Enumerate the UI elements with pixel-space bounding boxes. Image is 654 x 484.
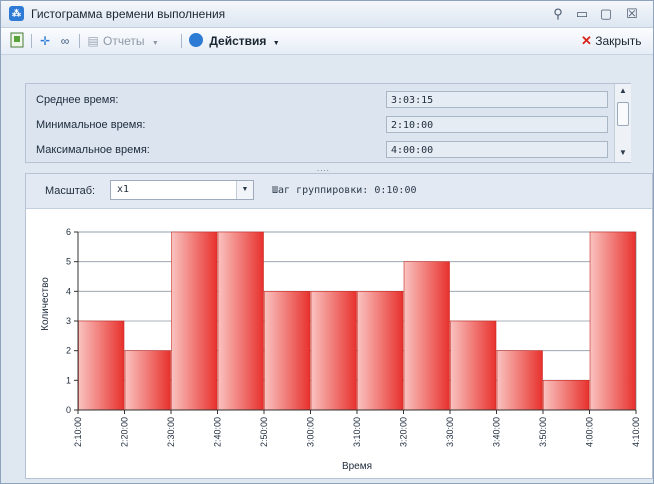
close-icon: ✕ <box>581 33 592 48</box>
printer-icon: ▤ <box>87 34 99 48</box>
y-tick-label: 0 <box>66 405 71 415</box>
chevron-down-icon: ▼ <box>151 40 159 47</box>
title-bar: ⁂ Гистограмма времени выполнения ⚲ ▭ ▢ ☒ <box>1 1 653 28</box>
y-axis-label: Количество <box>40 277 51 331</box>
stats-panel: Среднее время: 3:03:15 Минимальное время… <box>25 83 631 163</box>
x-tick-label: 2:40:00 <box>213 417 223 447</box>
max-time-label: Максимальное время: <box>36 144 150 156</box>
x-tick-label: 3:30:00 <box>445 417 455 447</box>
chevron-down-icon: ▼ <box>272 40 280 47</box>
histogram-bar <box>264 291 311 411</box>
histogram-bar <box>78 320 125 411</box>
chart-toolbar: Масштаб: x1 ▼ Шаг группировки: 0:10:00 <box>26 174 652 209</box>
window-title: Гистограмма времени выполнения <box>31 7 226 21</box>
chart-area: Масштаб: x1 ▼ Шаг группировки: 0:10:00 0… <box>25 173 653 479</box>
histogram-bar <box>310 291 357 411</box>
histogram-bar <box>589 231 636 411</box>
x-tick-label: 2:30:00 <box>166 417 176 447</box>
histogram-bar <box>403 261 450 411</box>
x-tick-label: 4:10:00 <box>631 417 641 447</box>
histogram-bar <box>543 380 590 411</box>
pin-icon[interactable]: ⚲ <box>549 5 567 23</box>
minimize-button[interactable]: ▭ <box>573 5 591 23</box>
x-tick-label: 3:50:00 <box>538 417 548 447</box>
y-tick-label: 5 <box>66 257 71 267</box>
avg-time-label: Среднее время: <box>36 94 119 106</box>
actions-label: Действия <box>209 34 267 48</box>
y-tick-label: 4 <box>66 286 71 296</box>
toolbar-separator <box>79 34 80 48</box>
scale-label: Масштаб: <box>45 185 96 197</box>
splitter-grip[interactable]: .... <box>317 164 330 173</box>
histogram-bar <box>450 320 497 411</box>
export-icon[interactable] <box>9 32 25 50</box>
avg-time-value: 3:03:15 <box>386 91 608 108</box>
toolbar-separator <box>181 34 182 48</box>
min-time-label: Минимальное время: <box>36 119 146 131</box>
y-tick-label: 6 <box>66 227 71 237</box>
scale-select[interactable]: x1 ▼ <box>110 180 254 200</box>
min-time-value: 2:10:00 <box>386 116 608 133</box>
reports-menu[interactable]: Отчеты ▼ <box>103 32 159 50</box>
histogram-bar <box>124 350 171 411</box>
scroll-down-icon[interactable]: ▼ <box>615 148 631 157</box>
toolbar: ✛ ∞ ▤ Отчеты ▼ Действия ▼ ✕ Закрыть <box>1 28 653 55</box>
link-icon[interactable]: ∞ <box>57 32 73 50</box>
x-tick-label: 4:00:00 <box>585 417 595 447</box>
x-tick-label: 2:50:00 <box>259 417 269 447</box>
reports-label: Отчеты <box>103 34 145 48</box>
scroll-thumb[interactable] <box>617 102 629 126</box>
stats-scrollbar[interactable]: ▲ ▼ <box>614 84 631 162</box>
close-button[interactable]: ✕ Закрыть <box>581 32 641 50</box>
chevron-down-icon[interactable]: ▼ <box>236 181 253 199</box>
x-tick-label: 3:40:00 <box>492 417 502 447</box>
globe-icon <box>189 33 203 47</box>
toolbar-separator <box>31 34 32 48</box>
max-time-value: 4:00:00 <box>386 141 608 158</box>
x-tick-label: 3:10:00 <box>352 417 362 447</box>
close-window-button[interactable]: ☒ <box>623 5 641 23</box>
y-tick-label: 3 <box>66 316 71 326</box>
x-axis-label: Время <box>342 461 372 472</box>
y-tick-label: 1 <box>66 375 71 385</box>
x-tick-label: 3:00:00 <box>306 417 316 447</box>
histogram-bar <box>171 231 218 411</box>
fit-vertical-icon[interactable]: ✛ <box>37 32 53 50</box>
x-tick-label: 3:20:00 <box>399 417 409 447</box>
histogram-chart: 0 1 2 3 4 5 6 2:10:00 2:20:00 2:30:00 2:40:00 2:50:… <box>40 227 641 472</box>
histogram-bar <box>217 231 264 411</box>
x-tick-label: 2:20:00 <box>120 417 130 447</box>
group-step-label: Шаг группировки: 0:10:00 <box>272 185 417 196</box>
histogram-window: ⁂ Гистограмма времени выполнения ⚲ ▭ ▢ ☒… <box>0 0 654 484</box>
x-tick-label: 2:10:00 <box>73 417 83 447</box>
y-tick-label: 2 <box>66 346 71 356</box>
histogram-bar <box>496 350 543 411</box>
scale-value: x1 <box>117 184 130 195</box>
actions-menu[interactable]: Действия ▼ <box>189 32 280 50</box>
histogram-bar <box>357 291 404 411</box>
maximize-button[interactable]: ▢ <box>597 5 615 23</box>
app-icon: ⁂ <box>9 6 24 21</box>
close-label: Закрыть <box>595 34 642 48</box>
scroll-up-icon[interactable]: ▲ <box>615 86 631 95</box>
